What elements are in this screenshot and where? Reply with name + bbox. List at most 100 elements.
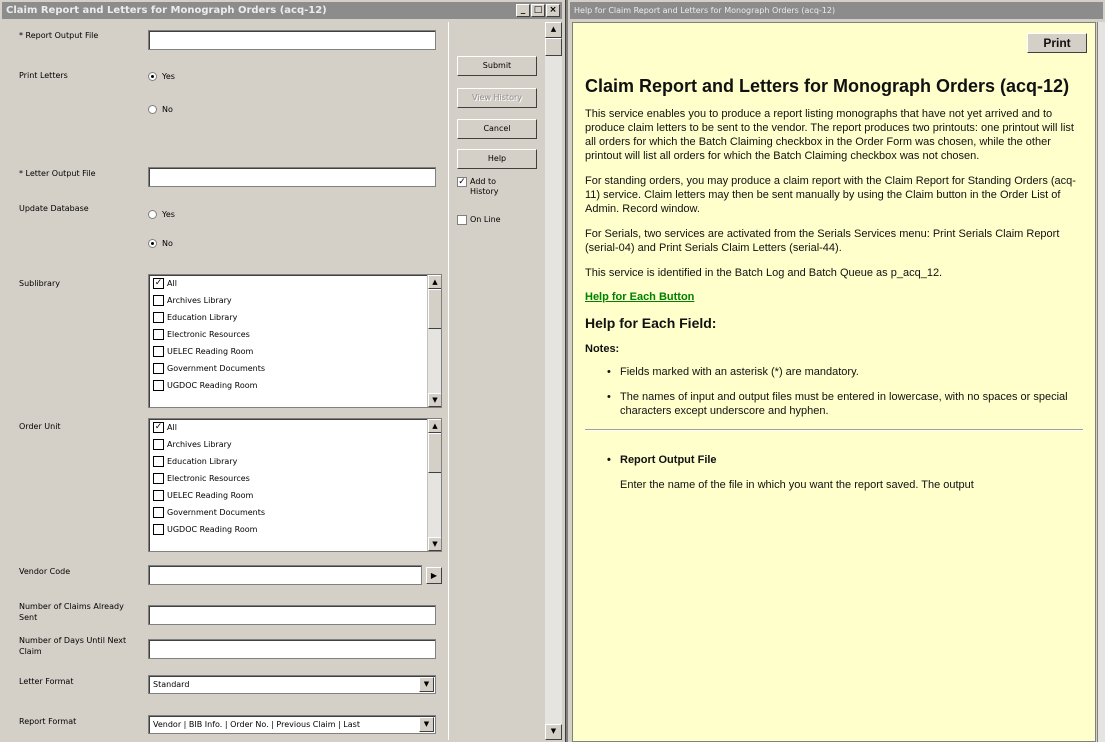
scroll-down-icon[interactable]: ▼ [428, 537, 441, 551]
help-paragraph: This service is identified in the Batch … [585, 267, 943, 279]
print-letters-no-radio[interactable]: No [148, 105, 173, 114]
print-letters-label: Print Letters [19, 71, 68, 80]
help-window: Help for Claim Report and Letters for Mo… [568, 0, 1105, 742]
checkbox-icon [153, 439, 164, 450]
letter-format-label: Letter Format [19, 677, 74, 686]
checkbox-icon [153, 363, 164, 374]
list-item[interactable]: Electronic Resources [149, 326, 441, 343]
help-scrollbar[interactable] [1097, 22, 1105, 742]
list-item[interactable]: UGDOC Reading Room [149, 377, 441, 394]
checkbox-icon [153, 380, 164, 391]
checkbox-icon [153, 473, 164, 484]
list-item[interactable]: UGDOC Reading Room [149, 521, 441, 538]
help-window-title: Help for Claim Report and Letters for Mo… [574, 6, 836, 15]
radio-selected-icon [148, 72, 157, 81]
list-item[interactable]: Education Library [149, 453, 441, 470]
list-item[interactable]: Archives Library [149, 436, 441, 453]
letter-output-file-label: * Letter Output File [19, 169, 96, 178]
checkbox-icon [153, 490, 164, 501]
list-item[interactable]: Education Library [149, 309, 441, 326]
help-paragraph: For standing orders, you may produce a c… [585, 175, 1076, 215]
order-unit-scrollbar[interactable]: ▲ ▼ [427, 419, 441, 551]
report-output-file-label: * Report Output File [19, 31, 99, 40]
scroll-up-icon[interactable]: ▲ [428, 419, 441, 433]
print-letters-yes-radio[interactable]: Yes [148, 72, 175, 81]
scroll-thumb[interactable] [428, 433, 441, 473]
field-list: Report Output File Enter the name of the… [585, 453, 1085, 492]
form-scrollbar[interactable]: ▲ ▼ [545, 22, 562, 740]
on-line-checkbox[interactable]: On Line [457, 215, 501, 225]
scroll-thumb[interactable] [545, 38, 562, 56]
checkbox-icon [153, 456, 164, 467]
claims-sent-label: Number of Claims Already Sent [19, 602, 124, 622]
vendor-lookup-arrow-icon[interactable]: ▶ [426, 567, 442, 584]
update-database-yes-radio[interactable]: Yes [148, 210, 175, 219]
dialog-titlebar[interactable]: Claim Report and Letters for Monograph O… [2, 2, 562, 19]
checkbox-icon [153, 295, 164, 306]
field-title: Report Output File [607, 453, 1085, 467]
buttons-pane: Submit View History Cancel Help ✓ Add to… [448, 22, 543, 740]
list-item[interactable]: ✓ All [149, 275, 441, 292]
close-button[interactable]: × [546, 4, 560, 17]
scroll-up-icon[interactable]: ▲ [428, 275, 441, 289]
help-heading: Claim Report and Letters for Monograph O… [585, 76, 1070, 96]
help-fields-heading: Help for Each Field: [585, 315, 717, 331]
letter-format-select[interactable]: Standard ▼ [148, 675, 436, 694]
checkbox-icon [153, 524, 164, 535]
notes-label: Notes: [585, 343, 620, 355]
report-format-select[interactable]: Vendor | BIB Info. | Order No. | Previou… [148, 715, 436, 734]
checkbox-icon [153, 312, 164, 323]
checkbox-icon [153, 507, 164, 518]
checkbox-icon [153, 329, 164, 340]
list-item[interactable]: ✓ All [149, 419, 441, 436]
form-pane: * Report Output File Print Letters Yes N… [3, 22, 446, 740]
scroll-up-icon[interactable]: ▲ [545, 22, 562, 38]
list-item[interactable]: Government Documents [149, 504, 441, 521]
list-item[interactable]: Government Documents [149, 360, 441, 377]
dropdown-arrow-icon[interactable]: ▼ [419, 677, 434, 692]
checkbox-icon: ✓ [153, 278, 164, 289]
letter-output-file-input[interactable] [148, 167, 436, 187]
list-item: Fields marked with an asterisk (*) are m… [607, 365, 1085, 379]
report-output-file-input[interactable] [148, 30, 436, 50]
radio-unselected-icon [148, 105, 157, 114]
order-unit-listbox[interactable]: ✓ All Archives Library Education Library … [148, 418, 442, 552]
maximize-button[interactable]: □ [531, 4, 545, 17]
scroll-down-icon[interactable]: ▼ [428, 393, 441, 407]
help-paragraph: For Serials, two services are activated … [585, 228, 1060, 254]
add-to-history-checkbox[interactable]: ✓ Add to History [457, 177, 517, 197]
sublibrary-scrollbar[interactable]: ▲ ▼ [427, 275, 441, 407]
view-history-button[interactable]: View History [457, 88, 537, 108]
help-for-each-button-link[interactable]: Help for Each Button [585, 291, 1085, 303]
radio-selected-icon [148, 239, 157, 248]
list-item[interactable]: Electronic Resources [149, 470, 441, 487]
print-button[interactable]: Print [1027, 33, 1087, 53]
scroll-thumb[interactable] [428, 289, 441, 329]
list-item[interactable]: UELEC Reading Room [149, 487, 441, 504]
list-item: The names of input and output files must… [607, 390, 1085, 418]
notes-list: Fields marked with an asterisk (*) are m… [585, 365, 1085, 418]
list-item[interactable]: Archives Library [149, 292, 441, 309]
checkbox-icon: ✓ [153, 422, 164, 433]
help-content: Claim Report and Letters for Monograph O… [585, 75, 1085, 503]
days-until-next-claim-input[interactable] [148, 639, 436, 659]
checkbox-icon [153, 346, 164, 357]
help-button[interactable]: Help [457, 149, 537, 169]
sublibrary-listbox[interactable]: ✓ All Archives Library Education Library … [148, 274, 442, 408]
update-database-no-radio[interactable]: No [148, 239, 173, 248]
claim-report-dialog: Claim Report and Letters for Monograph O… [0, 0, 566, 742]
minimize-button[interactable]: _ [516, 4, 530, 17]
dropdown-arrow-icon[interactable]: ▼ [419, 717, 434, 732]
submit-button[interactable]: Submit [457, 56, 537, 76]
vendor-code-label: Vendor Code [19, 567, 71, 576]
checkbox-icon [457, 215, 467, 225]
sublibrary-label: Sublibrary [19, 279, 60, 288]
help-content-pane: Print Claim Report and Letters for Monog… [572, 22, 1096, 742]
cancel-button[interactable]: Cancel [457, 119, 537, 139]
help-titlebar[interactable]: Help for Claim Report and Letters for Mo… [570, 2, 1103, 19]
claims-sent-input[interactable] [148, 605, 436, 625]
scroll-down-icon[interactable]: ▼ [545, 724, 562, 740]
checkbox-checked-icon: ✓ [457, 177, 467, 187]
vendor-code-input[interactable] [148, 565, 422, 585]
list-item[interactable]: UELEC Reading Room [149, 343, 441, 360]
